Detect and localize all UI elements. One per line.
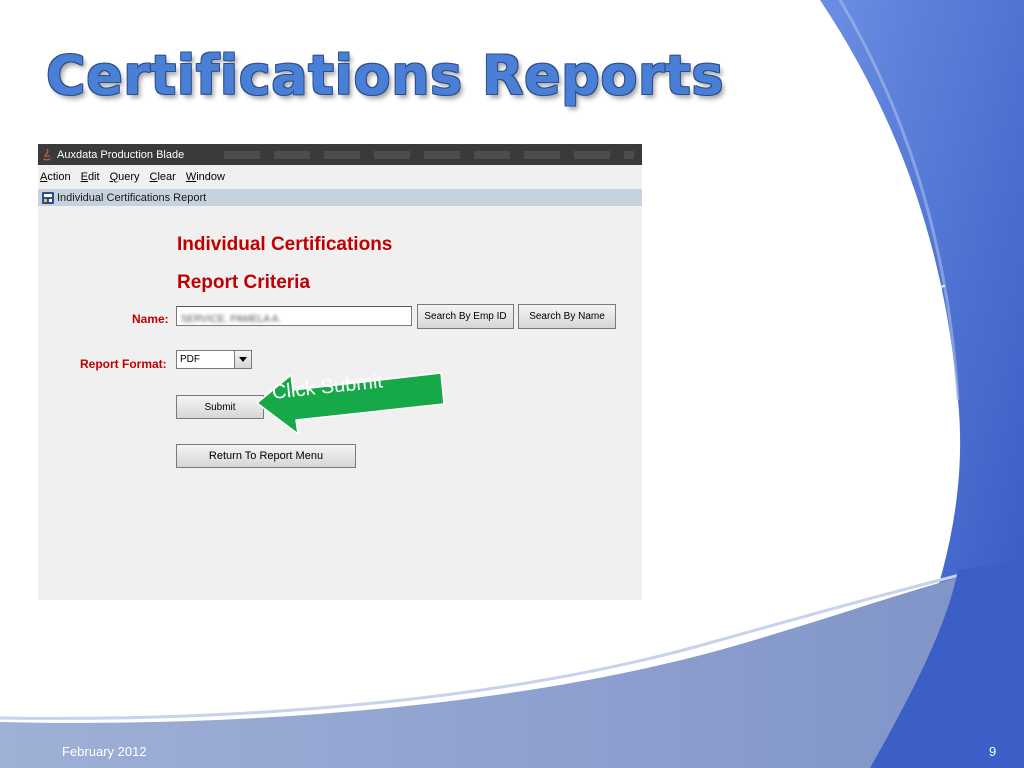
search-by-emp-id-button[interactable]: Search By Emp ID bbox=[417, 304, 514, 329]
form-heading-line1: Individual Certifications bbox=[177, 234, 393, 255]
name-value: SERVICE, PAMELA A. bbox=[181, 314, 282, 325]
search-by-name-button[interactable]: Search By Name bbox=[518, 304, 616, 329]
name-field[interactable]: SERVICE, PAMELA A. bbox=[176, 306, 412, 326]
slide-title: Certifications Reports bbox=[46, 44, 725, 107]
report-format-select[interactable]: PDF bbox=[176, 350, 252, 369]
obscured-titlebar-menu bbox=[224, 150, 634, 159]
menu-bar: Action Edit Query Clear Window bbox=[38, 165, 642, 189]
report-format-value: PDF bbox=[180, 354, 200, 365]
name-label: Name: bbox=[132, 312, 169, 326]
form-heading-line2: Report Criteria bbox=[177, 272, 311, 293]
footer-date: February 2012 bbox=[62, 744, 147, 759]
chevron-down-icon[interactable] bbox=[234, 351, 251, 368]
java-app-icon bbox=[40, 148, 53, 161]
page-number: 9 bbox=[989, 744, 997, 759]
return-to-report-menu-button[interactable]: Return To Report Menu bbox=[176, 444, 356, 468]
report-format-label: Report Format: bbox=[80, 357, 167, 371]
form-icon bbox=[41, 191, 55, 205]
menu-edit[interactable]: Edit bbox=[81, 171, 100, 183]
window-title: Auxdata Production Blade bbox=[57, 148, 185, 161]
menu-clear[interactable]: Clear bbox=[150, 171, 176, 183]
menu-window[interactable]: Window bbox=[186, 171, 225, 183]
window-titlebar: Auxdata Production Blade bbox=[38, 144, 642, 165]
submit-button[interactable]: Submit bbox=[176, 395, 264, 419]
menu-action[interactable]: Action bbox=[40, 171, 71, 183]
form-title: Individual Certifications Report bbox=[57, 191, 207, 204]
background-text-fragment: Number bbox=[920, 279, 946, 301]
form-titlebar: Individual Certifications Report bbox=[38, 189, 642, 206]
menu-query[interactable]: Query bbox=[110, 171, 140, 183]
